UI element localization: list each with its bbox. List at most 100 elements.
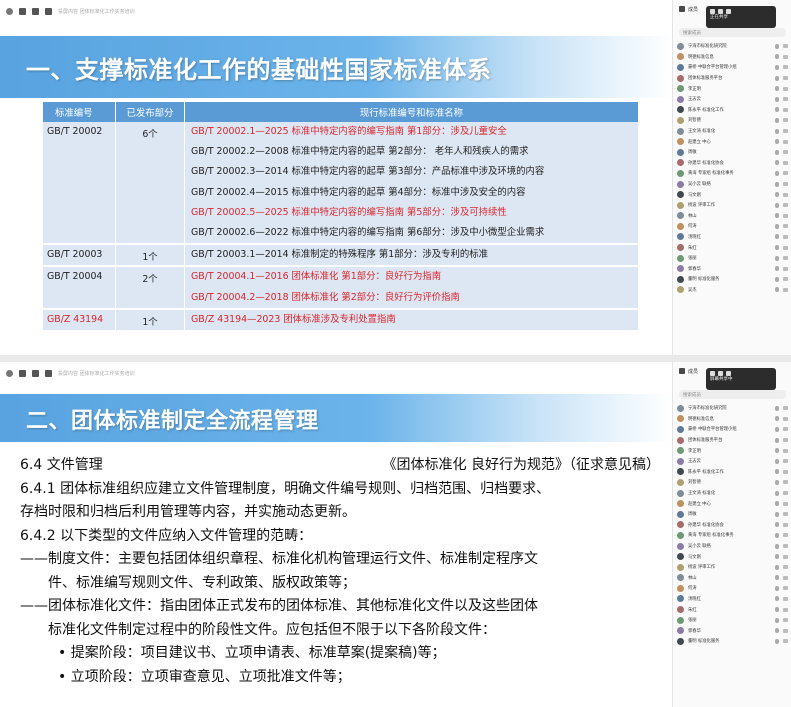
member-item[interactable]: 马文刚 [677,189,788,200]
member-item[interactable]: 何涛 [677,221,788,232]
window-icon[interactable] [19,369,26,377]
member-name: 张丽 [688,256,697,262]
avatar [677,542,684,550]
member-item[interactable]: 林山 [677,211,788,222]
avatar [677,42,684,50]
avatar [677,212,684,220]
avatar [677,563,684,571]
member-item[interactable]: 豪桥 中联合平台管理小组 [677,62,788,73]
member-item[interactable]: 张丽 [677,615,788,626]
mic-muted-icon [775,234,779,240]
member-item[interactable]: 杨波 评审工作 [677,562,788,573]
member-item[interactable]: 何涛 [677,583,788,594]
window-icon[interactable] [19,7,26,15]
member-item[interactable]: 明德标准信息 [677,414,788,425]
camera-off-icon [783,628,788,633]
camera-off-icon [783,245,788,250]
standard-list: GB/T 20003.1—2014 标准制定的特殊程序 第1部分：涉及专利的标准 [184,244,639,268]
mic-muted-icon [775,437,779,443]
mic-muted-icon [775,213,779,219]
record-icon[interactable] [6,369,13,377]
col-header-count: 已发布部分 [115,102,185,122]
member-item[interactable]: 孙建华 标准化协会 [677,520,788,531]
member-item[interactable]: 黄海 专家组 标准化事务 [677,530,788,541]
member-item[interactable]: 赵建立 中心 [677,136,788,147]
camera-off-icon [783,469,788,474]
member-item[interactable]: 李正明 [677,445,788,456]
member-item[interactable]: 王文涛 标准化 [677,488,788,499]
member-item[interactable]: 明德标准信息 [677,52,788,63]
member-item[interactable]: 周敏 [677,509,788,520]
member-item[interactable]: 周敏 [677,147,788,158]
member-item[interactable]: 杨波 评审工作 [677,200,788,211]
standard-title: GB/T 20004.1—2016 团体标准化 第1部分：良好行为指南 [191,271,442,283]
mic-muted-icon [775,128,779,134]
member-item[interactable]: 林山 [677,573,788,584]
member-name: 吴杰 [688,287,697,293]
avatar [677,254,684,262]
member-item[interactable]: 刘智德 [677,477,788,488]
member-name: 王文涛 标准化 [688,491,716,497]
published-count: 1个 [115,308,185,332]
member-name: 汤晓红 [688,596,701,602]
member-panel: 成员 正在共享 搜索成员 宁海市标准化研究院 明德标准信息 豪桥 中联合平台管理小组… [672,0,791,355]
sharing-popup[interactable]: 屏幕共享中 [706,368,776,390]
camera-off-icon [783,86,788,91]
mic-muted-icon [775,607,779,613]
mic-muted-icon [775,266,779,272]
member-list: 宁海市标准化研究院 明德标准信息 豪桥 中联合平台管理小组 团体标准服务平台 李正明 王志… [673,41,791,295]
member-item[interactable]: 董明 标准化服务 [677,274,788,285]
pen-icon[interactable] [32,7,39,15]
member-item[interactable]: 刘智德 [677,115,788,126]
share-icon[interactable] [45,369,52,377]
member-item[interactable]: 汤晓红 [677,594,788,605]
mic-muted-icon [775,276,779,282]
avatar [677,447,684,455]
member-search[interactable]: 搜索成员 [679,390,786,399]
member-item[interactable]: 吴小云 联络 [677,541,788,552]
member-item[interactable]: 豪桥 中联合平台管理小组 [677,424,788,435]
member-item[interactable]: 朱红 [677,604,788,615]
member-item[interactable]: 王文涛 标准化 [677,126,788,137]
member-item[interactable]: 团体标准服务平台 [677,435,788,446]
member-item[interactable]: 汤晓红 [677,232,788,243]
mic-muted-icon [775,107,779,113]
member-item[interactable]: 孙建华 标准化协会 [677,158,788,169]
member-panel-title: 成员 [688,368,699,375]
mic-muted-icon [775,245,779,251]
member-item[interactable]: 陈永平 标准化工作 [677,105,788,116]
mic-muted-icon [775,585,779,591]
camera-off-icon [783,192,788,197]
mic-muted-icon [775,628,779,634]
member-item[interactable]: 张丽 [677,253,788,264]
member-item[interactable]: 黄海 专家组 标准化事务 [677,168,788,179]
member-item[interactable]: 马文刚 [677,551,788,562]
member-item[interactable]: 朱红 [677,242,788,253]
member-item[interactable]: 王志云 [677,94,788,105]
member-item[interactable]: 陈永平 标准化工作 [677,467,788,478]
member-search[interactable]: 搜索成员 [679,28,786,37]
sharing-popup[interactable]: 正在共享 [706,6,776,28]
record-icon[interactable] [6,7,13,15]
member-item[interactable]: 赵建立 中心 [677,498,788,509]
member-item[interactable]: 王志云 [677,456,788,467]
standard-title: GB/T 20002.3—2014 标准中特定内容的起草 第3部分：产品标准中涉… [191,166,545,178]
member-item[interactable]: 宁海市标准化研究院 [677,403,788,414]
member-item[interactable]: 吴杰 [677,285,788,296]
share-icon[interactable] [45,7,52,15]
member-item[interactable]: 李正明 [677,83,788,94]
member-item[interactable]: 郭春华 [677,263,788,274]
member-item[interactable]: 郭春华 [677,625,788,636]
avatar [677,201,684,209]
member-item[interactable]: 团体标准服务平台 [677,73,788,84]
member-item[interactable]: 吴小云 联络 [677,179,788,190]
member-name: 林山 [688,575,697,581]
camera-off-icon [783,97,788,102]
avatar [677,222,684,230]
member-name: 何涛 [688,224,697,230]
member-name: 黄海 专家组 标准化事务 [688,171,734,177]
member-item[interactable]: 董明 标准化服务 [677,636,788,647]
avatar [677,404,684,412]
pen-icon[interactable] [32,369,39,377]
member-item[interactable]: 宁海市标准化研究院 [677,41,788,52]
